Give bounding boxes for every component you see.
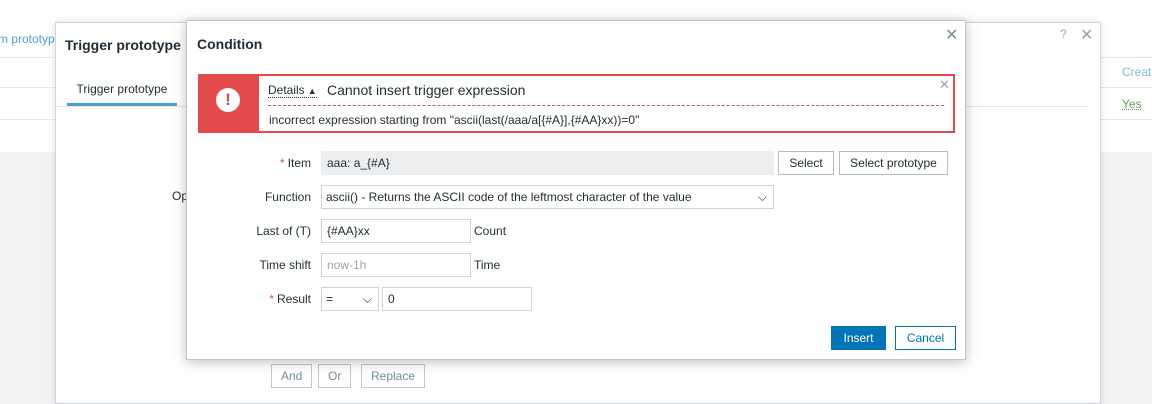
condition-dialog: Condition ✕ ! Details ▲ Cannot insert tri… [186,20,966,360]
error-details-text: incorrect expression starting from "asci… [269,113,640,127]
chevron-down-icon: ⌵ [362,292,372,306]
close-icon[interactable]: ✕ [945,25,958,45]
last-of-unit: Count [474,224,507,238]
time-shift-label: Time shift [259,258,311,272]
cancel-button[interactable]: Cancel [895,326,956,350]
result-label-text: Result [276,292,311,306]
details-label: Details [268,83,305,97]
item-label: * Item [191,156,311,170]
result-label: * Result [191,292,311,306]
or-button[interactable]: Or [318,364,352,388]
time-shift-unit: Time [474,258,501,272]
error-title: Cannot insert trigger expression [327,82,526,98]
last-of-input[interactable] [321,219,471,243]
close-icon[interactable]: ✕ [1080,25,1093,45]
function-select-value: ascii() - Returns the ASCII code of the … [326,190,692,204]
details-toggle[interactable]: Details ▲ [268,83,317,98]
close-icon[interactable]: ✕ [939,77,950,93]
select-prototype-button[interactable]: Select prototype [839,151,948,175]
item-label-text: Item [287,156,311,170]
chevron-down-icon: ⌵ [757,190,767,204]
arrow-up-icon: ▲ [307,86,317,96]
select-button[interactable]: Select [778,151,834,175]
result-operator-value: = [326,292,334,306]
replace-button[interactable]: Replace [361,364,426,388]
time-shift-input[interactable] [321,253,471,277]
function-label: Function [264,190,311,204]
required-marker: * [279,156,285,170]
error-icon: ! [216,88,240,112]
help-icon[interactable]: ? [1060,27,1067,41]
error-message: ! Details ▲ Cannot insert trigger express… [198,74,955,133]
result-operator-select[interactable]: = ⌵ [321,287,379,311]
dialog-title: Condition [197,36,263,52]
result-value-input[interactable] [382,287,532,311]
divider [268,105,944,106]
function-select[interactable]: ascii() - Returns the ASCII code of the … [321,185,774,209]
yes-link[interactable]: Yes [1122,97,1142,111]
item-field[interactable] [321,151,774,175]
last-of-label: Last of (T) [256,224,311,238]
dialog-title: Trigger prototype [65,37,181,53]
create-link[interactable]: Creat [1122,65,1151,79]
and-button[interactable]: And [271,364,313,388]
breadcrumb-link[interactable]: m prototype [0,32,61,46]
insert-button[interactable]: Insert [831,326,886,350]
error-sidebar: ! [200,76,259,131]
required-marker: * [269,292,274,306]
tab-trigger-prototype[interactable]: Trigger prototype [67,75,177,106]
